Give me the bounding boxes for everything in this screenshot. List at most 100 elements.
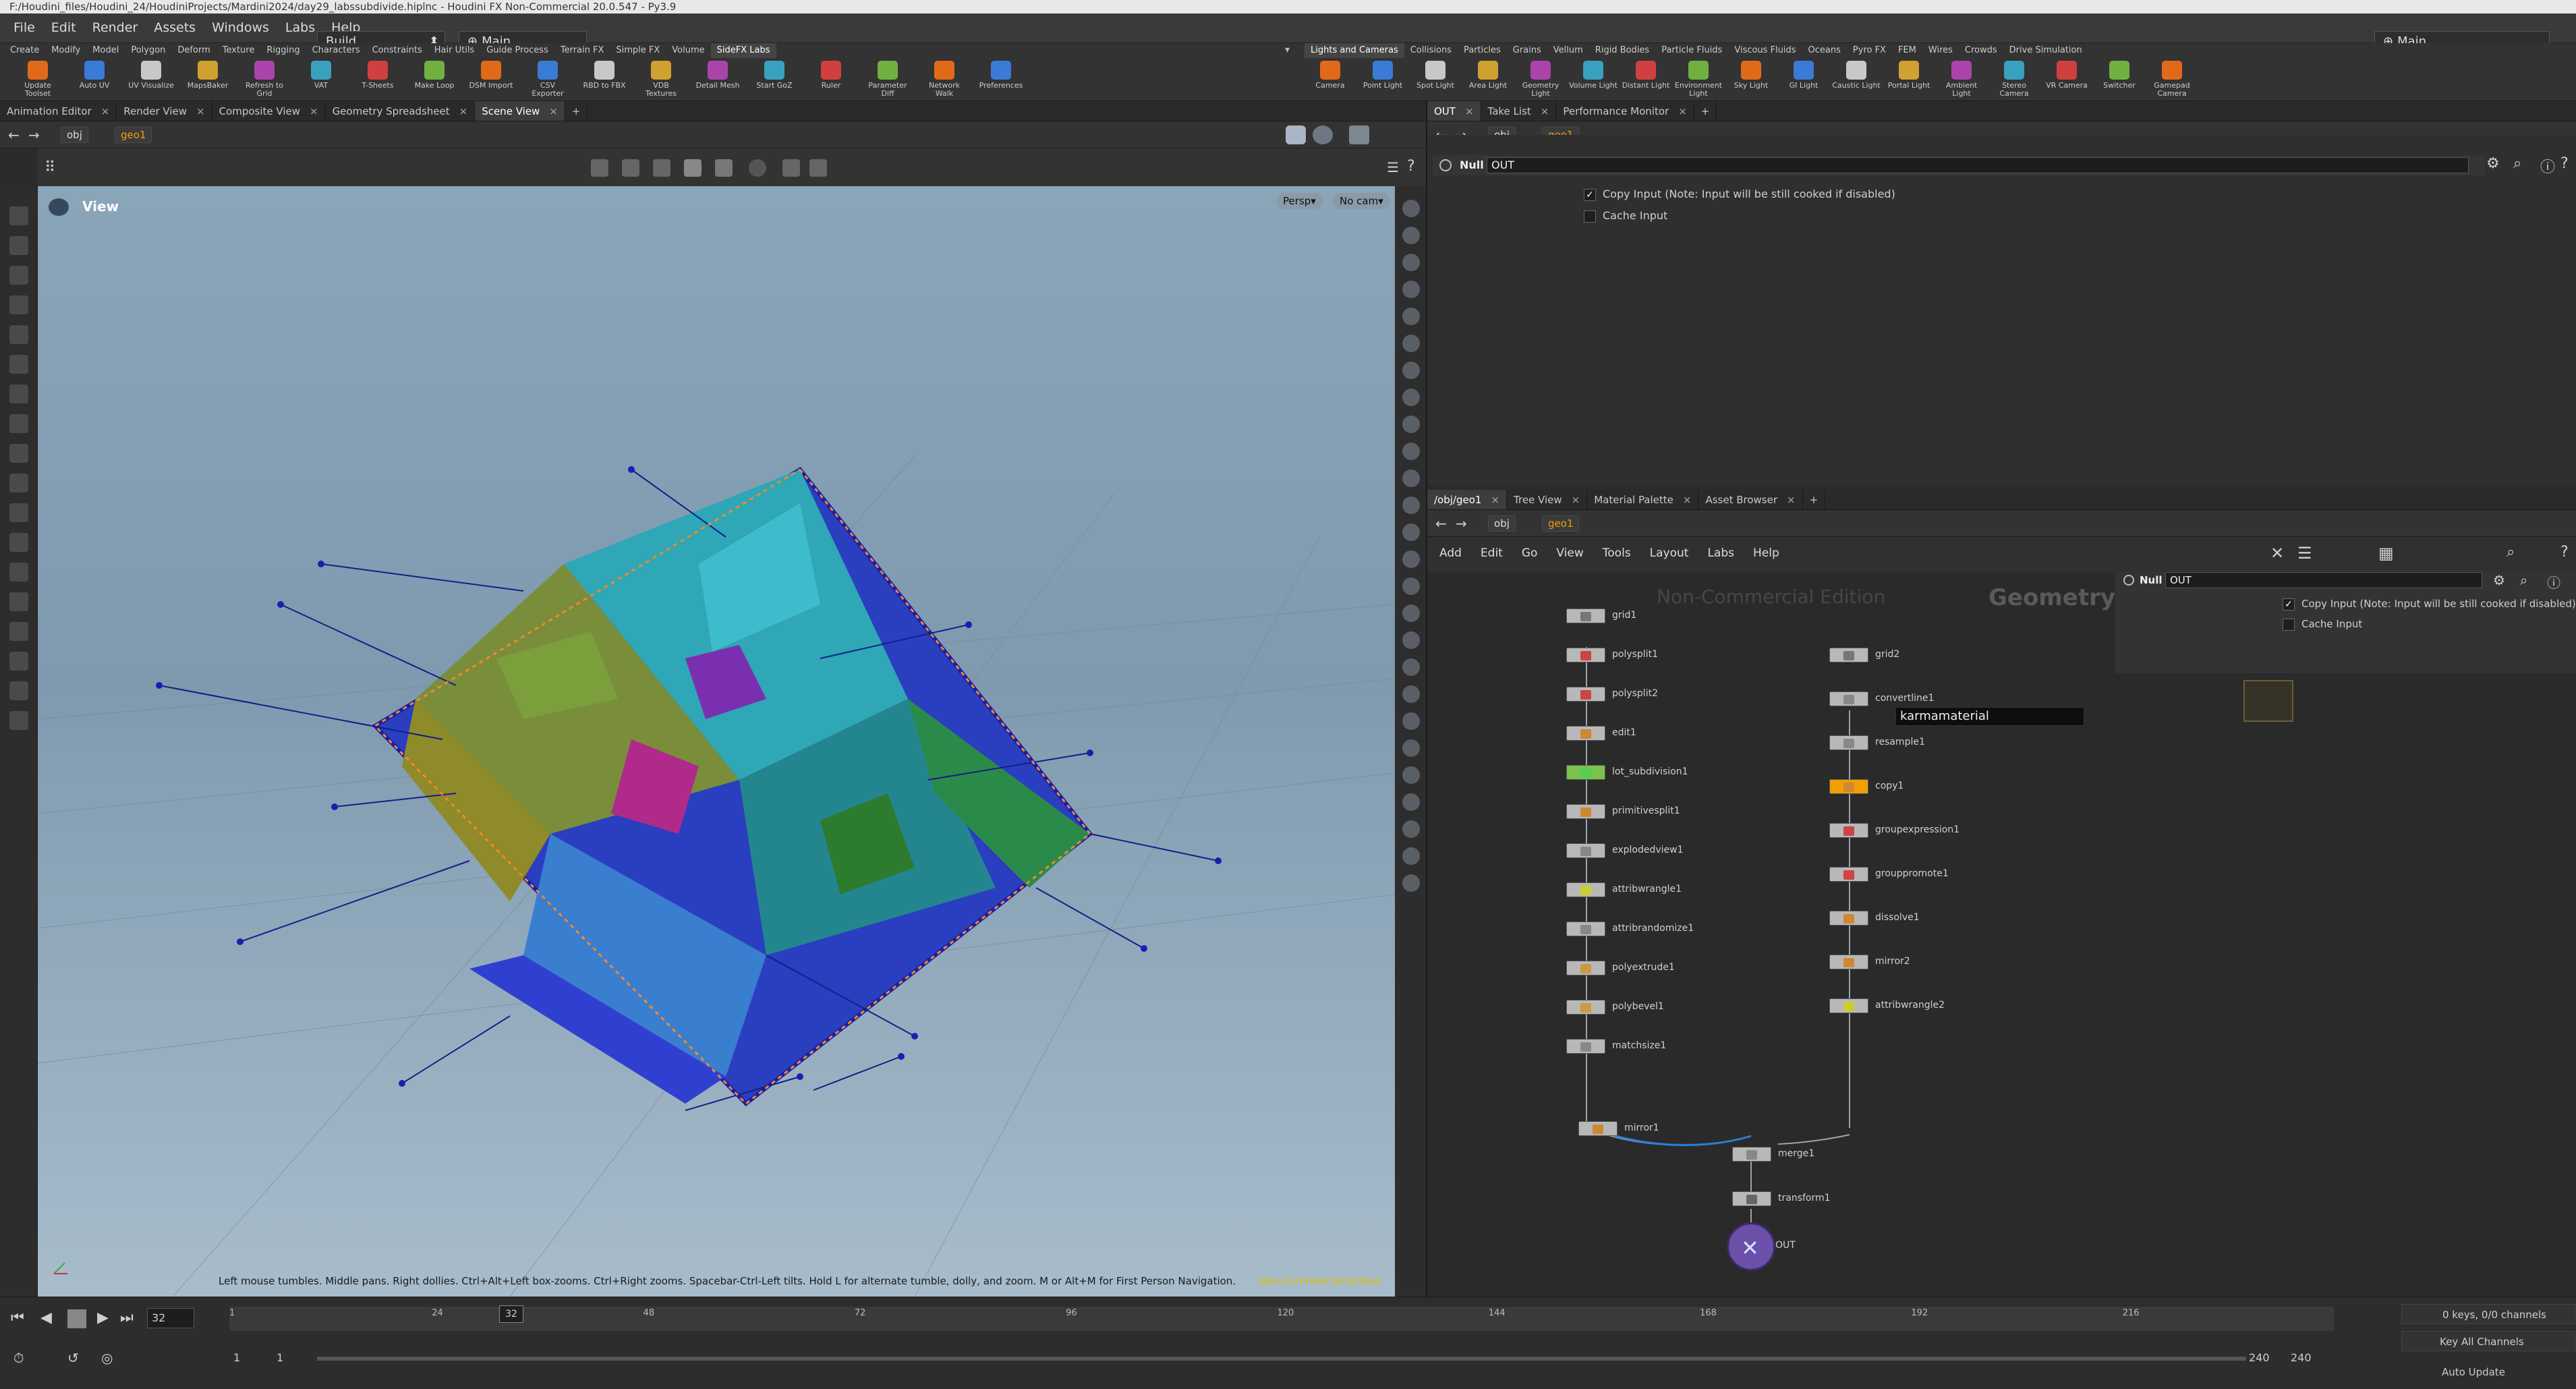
close-icon[interactable]: × — [1572, 494, 1580, 506]
forward-arrow-icon[interactable]: → — [1456, 515, 1467, 532]
close-icon[interactable]: × — [196, 105, 205, 117]
menu-file[interactable]: File — [5, 13, 43, 42]
display-option-icon[interactable] — [1402, 685, 1420, 703]
node-polybevel1[interactable] — [1566, 1000, 1605, 1015]
close-icon[interactable]: × — [1491, 494, 1499, 506]
scene-viewport[interactable]: View Persp▾ No cam▾ Left mouse tumbles. … — [38, 186, 1395, 1297]
handle-icon[interactable] — [9, 266, 28, 285]
display-option-icon[interactable] — [1402, 497, 1420, 514]
move-tool-icon[interactable] — [622, 159, 639, 177]
close-icon[interactable]: × — [1465, 105, 1474, 117]
node-attribwrangle1[interactable] — [1566, 882, 1605, 897]
display-option-icon[interactable] — [1402, 658, 1420, 676]
shelf-tab[interactable]: Wires — [1922, 43, 1959, 58]
twist-icon[interactable] — [9, 622, 28, 641]
add-tab-icon[interactable]: + — [1694, 101, 1717, 121]
shelf-tab[interactable]: Constraints — [366, 43, 428, 58]
gear-icon[interactable]: ⚙ — [2486, 155, 2500, 172]
shelf-tab[interactable]: SideFX Labs — [710, 43, 776, 58]
display-option-icon[interactable] — [1402, 793, 1420, 811]
shelf-tab[interactable]: Drive Simulation — [2003, 43, 2088, 58]
close-icon[interactable]: × — [101, 105, 110, 117]
shelf-tool[interactable]: Network Walk — [920, 61, 969, 100]
shelf-tab[interactable]: Crowds — [1959, 43, 2003, 58]
menu-assets[interactable]: Assets — [146, 13, 204, 42]
node-grouppromote1[interactable] — [1829, 867, 1868, 882]
lock-view-icon[interactable] — [1286, 125, 1306, 144]
sculpt-icon[interactable] — [9, 414, 28, 433]
node-mirror2[interactable] — [1829, 955, 1868, 969]
help-icon[interactable]: ? — [1407, 158, 1415, 175]
handle-tool-icon[interactable] — [782, 159, 800, 177]
paint-icon[interactable] — [9, 385, 28, 403]
rotate-tool-icon[interactable] — [653, 159, 670, 177]
network-menu-labs[interactable]: Labs — [1707, 546, 1734, 560]
current-frame-input[interactable]: 32 — [147, 1308, 194, 1328]
playhead[interactable]: 32 — [499, 1305, 523, 1323]
network-menu-go[interactable]: Go — [1522, 546, 1538, 560]
shelf-tool[interactable]: T-Sheets — [353, 61, 402, 100]
scale-tool-icon[interactable] — [684, 159, 702, 177]
node-matchsize1[interactable] — [1566, 1039, 1605, 1054]
shelf-tool[interactable]: Refresh to Grid — [240, 61, 289, 100]
close-icon[interactable]: × — [310, 105, 318, 117]
range-end[interactable]: 240 — [2249, 1351, 2270, 1364]
display-option-icon[interactable] — [1402, 389, 1420, 406]
node-attribwrangle2[interactable] — [1829, 998, 1868, 1013]
display-option-icon[interactable] — [1402, 416, 1420, 433]
shelf-tool[interactable]: Environment Light — [1674, 61, 1723, 100]
shelf-tool[interactable]: Detail Mesh — [693, 61, 742, 100]
display-option-icon[interactable] — [1402, 847, 1420, 865]
shelf-tab[interactable]: Volume — [666, 43, 710, 58]
camera-icon[interactable] — [9, 681, 28, 700]
path-geo1[interactable]: geo1 — [1542, 515, 1580, 532]
shelf-tab[interactable]: Modify — [45, 43, 86, 58]
shelf-tool[interactable]: Distant Light — [1622, 61, 1670, 100]
shelf-tab[interactable]: Particle Fluids — [1655, 43, 1728, 58]
display-option-icon[interactable] — [1402, 335, 1420, 352]
display-option-icon[interactable] — [1402, 308, 1420, 325]
display-option-icon[interactable] — [1402, 739, 1420, 757]
loop-icon[interactable]: ↺ — [67, 1350, 79, 1366]
pane-tab[interactable]: /obj/geo1 × — [1427, 490, 1508, 509]
network-grid-icon[interactable]: ▦ — [2378, 544, 2394, 563]
display-option-icon[interactable] — [1402, 712, 1420, 730]
shelf-tool[interactable]: Make Loop — [410, 61, 459, 100]
close-icon[interactable]: × — [1787, 494, 1796, 506]
shelf-tool[interactable]: VR Camera — [2042, 61, 2091, 100]
bend-icon[interactable] — [9, 592, 28, 611]
shelf-tool[interactable]: Area Light — [1464, 61, 1512, 100]
close-icon[interactable]: × — [549, 105, 558, 117]
pane-tab[interactable]: Composite View × — [212, 101, 326, 121]
shelf-tool[interactable]: CSV Exporter — [523, 61, 572, 100]
shelf-tab[interactable]: Oceans — [1802, 43, 1847, 58]
frame-ruler[interactable]: 1 24 48 72 96 120 144 168 192 216 32 — [229, 1305, 2334, 1331]
shelf-tab[interactable]: Collisions — [1404, 43, 1458, 58]
menu-render[interactable]: Render — [84, 13, 146, 42]
path-obj[interactable]: obj — [1488, 515, 1516, 532]
shelf-tab[interactable]: Model — [86, 43, 125, 58]
snap-tool-icon[interactable] — [715, 159, 733, 177]
node-polysplit2[interactable] — [1566, 687, 1605, 702]
pane-divider[interactable] — [1426, 101, 1427, 1297]
shelf-tool[interactable]: Ruler — [807, 61, 855, 100]
shelf-tool[interactable]: Update Toolset — [13, 61, 62, 100]
display-option-icon[interactable] — [1402, 470, 1420, 487]
display-option-icon[interactable] — [1402, 362, 1420, 379]
back-arrow-icon[interactable]: ← — [8, 127, 20, 143]
back-arrow-icon[interactable]: ← — [1435, 515, 1447, 532]
network-menu-add[interactable]: Add — [1439, 546, 1462, 560]
pane-tab[interactable]: Scene View × — [475, 101, 565, 121]
range-start[interactable]: 1 — [233, 1351, 240, 1364]
shelf-tab[interactable]: Particles — [1458, 43, 1507, 58]
shelf-tab[interactable]: Simple FX — [610, 43, 666, 58]
help-icon[interactable]: ? — [2560, 544, 2569, 561]
grid-dots-icon[interactable]: ⠿ — [45, 159, 55, 176]
knife-icon[interactable] — [9, 563, 28, 582]
snap-icon[interactable] — [9, 503, 28, 522]
shelf-tab[interactable]: Deform — [171, 43, 216, 58]
forward-arrow-icon[interactable]: → — [28, 127, 40, 143]
shelf-tool[interactable]: DSM Import — [467, 61, 515, 100]
add-tab-icon[interactable]: + — [1803, 490, 1826, 509]
display-option-icon[interactable] — [1402, 631, 1420, 649]
